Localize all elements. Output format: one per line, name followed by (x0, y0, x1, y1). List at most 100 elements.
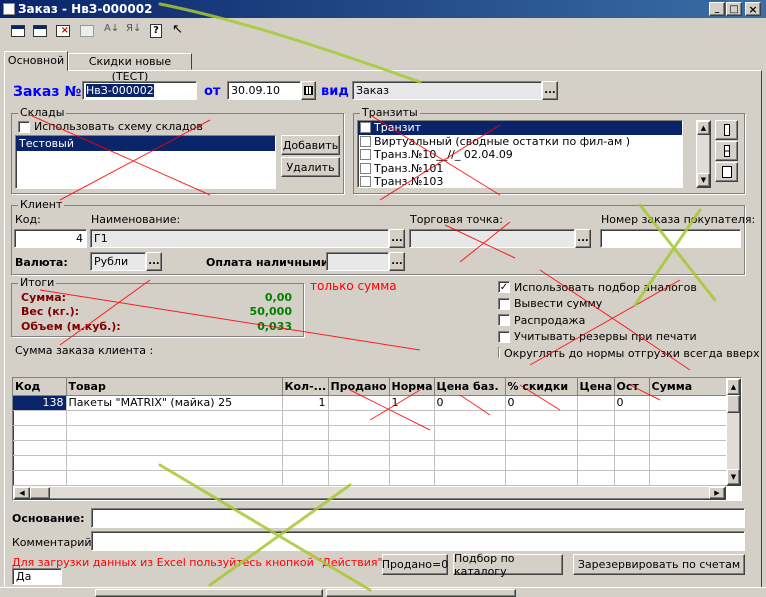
transit-checkbox[interactable] (360, 162, 371, 174)
option-checkbox[interactable]: Распродажа (498, 312, 758, 329)
date-field[interactable]: 30.09.10 (227, 81, 301, 100)
table-cell[interactable]: 0 (614, 395, 650, 411)
table-cell[interactable] (505, 470, 578, 486)
table-cell[interactable]: 0 (505, 395, 578, 411)
table-cell[interactable] (282, 440, 329, 456)
table-cell[interactable]: 1 (282, 395, 329, 411)
currency-field[interactable]: Рубли (90, 252, 146, 271)
table-row[interactable] (13, 425, 727, 441)
sort-desc-icon[interactable]: Я↓ (126, 23, 141, 34)
table-cell[interactable] (13, 440, 67, 456)
table-scroll-down-icon[interactable]: ▼ (727, 469, 740, 485)
kind-field[interactable]: Заказ (352, 81, 542, 100)
outlet-field[interactable] (409, 229, 575, 248)
column-header[interactable]: Код (13, 378, 67, 396)
transit-item[interactable]: Транзит (358, 121, 682, 135)
taskbar-button-2[interactable] (326, 589, 516, 597)
column-header[interactable]: Кол-... (282, 378, 329, 396)
use-scheme-checkbox[interactable]: Использовать схему складов (18, 120, 203, 133)
reserve-by-invoices-button[interactable]: Зарезервировать по счетам (573, 554, 745, 575)
copy-doc-icon[interactable] (33, 25, 47, 37)
table-cell[interactable] (577, 395, 615, 411)
table-cell[interactable] (66, 455, 283, 471)
taskbar-button-1[interactable] (95, 589, 323, 597)
table-scroll-thumb[interactable] (727, 395, 740, 413)
table-cell[interactable] (13, 410, 67, 426)
table-cell[interactable] (66, 470, 283, 486)
table-cell[interactable] (389, 440, 435, 456)
table-row[interactable] (13, 440, 727, 456)
table-cell[interactable] (614, 440, 650, 456)
transit-checkbox[interactable] (360, 149, 371, 161)
table-cell[interactable] (577, 470, 615, 486)
mark-delete-icon[interactable] (80, 25, 94, 37)
column-header[interactable]: Ост (614, 378, 650, 396)
buyer-order-field[interactable] (600, 229, 741, 248)
remove-warehouse-button[interactable]: Удалить (281, 157, 340, 177)
transit-select-button[interactable] (715, 162, 738, 182)
table-cell[interactable] (66, 425, 283, 441)
table-cell[interactable] (282, 455, 329, 471)
table-cell[interactable] (434, 410, 506, 426)
option-checkbox[interactable]: ✓ Использовать подбор аналогов (498, 279, 758, 296)
table-cell[interactable] (328, 455, 390, 471)
table-cell[interactable]: Пакеты "MATRIX" (майка) 25 (66, 395, 283, 411)
table-cell[interactable] (282, 425, 329, 441)
table-cell[interactable]: 138 (13, 395, 67, 411)
table-cell[interactable] (614, 425, 650, 441)
table-cell[interactable] (649, 455, 727, 471)
transits-list[interactable]: Транзит Виртуальный (сводные остатки по ф… (357, 120, 683, 188)
table-cell[interactable] (328, 425, 390, 441)
column-header[interactable]: Товар (66, 378, 283, 396)
table-cell[interactable] (505, 425, 578, 441)
yes-field[interactable]: Да (12, 568, 62, 585)
table-cell[interactable] (505, 440, 578, 456)
table-cell[interactable] (614, 455, 650, 471)
table-cell[interactable] (282, 470, 329, 486)
table-cell[interactable]: 1 (389, 395, 435, 411)
transit-item[interactable]: Виртуальный (сводные остатки по фил-ам ) (358, 135, 682, 149)
column-header[interactable]: Цена (577, 378, 615, 396)
table-cell[interactable] (577, 455, 615, 471)
transit-edit-button[interactable] (715, 120, 738, 140)
table-cell[interactable] (649, 470, 727, 486)
table-cell[interactable] (66, 410, 283, 426)
table-scroll-right-icon[interactable]: ▶ (709, 487, 725, 499)
table-cell[interactable] (614, 470, 650, 486)
scroll-down-arrow-icon[interactable]: ▼ (697, 173, 710, 187)
table-cell[interactable] (13, 455, 67, 471)
table-cell[interactable] (328, 395, 390, 411)
items-table[interactable]: Код Товар Кол-... Продано Норма Цена баз.% ск… (13, 378, 727, 486)
table-cell[interactable] (389, 470, 435, 486)
transit-item[interactable]: Транз.№101 (358, 162, 682, 176)
kind-select-button[interactable]: ... (542, 81, 558, 100)
column-header[interactable]: Продано (328, 378, 390, 396)
client-code-field[interactable]: 4 (14, 229, 87, 248)
table-cell[interactable] (649, 395, 727, 411)
column-header[interactable]: Сумма (649, 378, 727, 396)
maximize-button[interactable]: □ (726, 2, 742, 16)
transit-item[interactable]: Транз.№103 (358, 175, 682, 187)
table-cell[interactable] (614, 410, 650, 426)
help-icon[interactable]: ? (150, 24, 162, 38)
cash-payment-select-button[interactable]: ... (389, 252, 405, 271)
column-header[interactable]: Норма (389, 378, 435, 396)
table-row[interactable] (13, 455, 727, 471)
table-cell[interactable] (505, 455, 578, 471)
table-row[interactable] (13, 470, 727, 486)
table-cell[interactable] (328, 410, 390, 426)
transit-checkbox[interactable] (360, 176, 371, 187)
table-cell[interactable] (13, 425, 67, 441)
table-cell[interactable]: 0 (434, 395, 506, 411)
calendar-button[interactable] (301, 81, 316, 100)
table-cell[interactable] (389, 425, 435, 441)
column-header[interactable]: % скидки (505, 378, 578, 396)
table-cell[interactable] (434, 425, 506, 441)
table-vertical-scrollbar[interactable]: ▲ ▼ (726, 378, 741, 486)
table-scroll-up-icon[interactable]: ▲ (727, 379, 740, 395)
table-cell[interactable] (328, 470, 390, 486)
tab-main[interactable]: Основной (4, 51, 68, 71)
scroll-up-arrow-icon[interactable]: ▲ (697, 121, 710, 135)
table-cell[interactable] (649, 440, 727, 456)
table-cell[interactable] (434, 455, 506, 471)
